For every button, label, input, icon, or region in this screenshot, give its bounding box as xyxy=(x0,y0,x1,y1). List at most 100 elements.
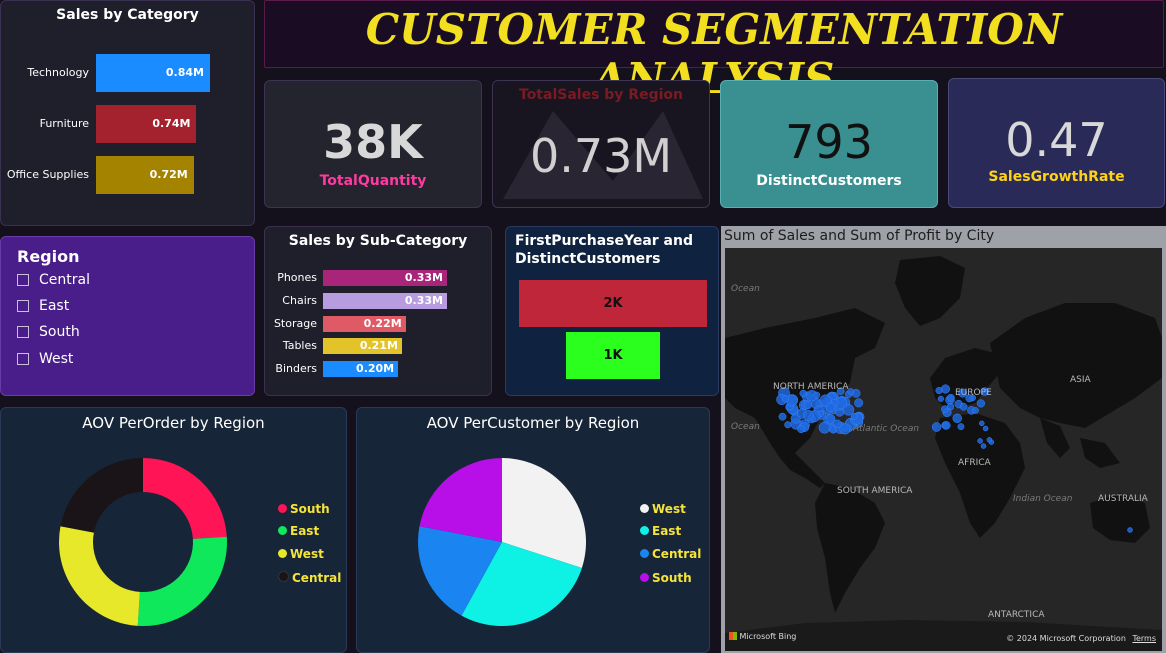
subcategory-row-storage[interactable]: Storage 0.22M xyxy=(265,316,493,332)
city-bubble[interactable] xyxy=(843,404,854,415)
aov-per-order-donut-chart[interactable]: AOV PerOrder by Region South East West C… xyxy=(0,407,347,653)
city-bubble[interactable] xyxy=(983,426,988,431)
aov-per-order-title: AOV PerOrder by Region xyxy=(1,414,346,432)
slice-east[interactable] xyxy=(138,537,227,626)
category-row-office-supplies[interactable]: Office Supplies 0.72M xyxy=(1,156,256,194)
city-bubble[interactable] xyxy=(840,424,851,435)
aov-per-customer-pie-chart[interactable]: AOV PerCustomer by Region West East Cent… xyxy=(356,407,710,653)
copyright-text: © 2024 Microsoft Corporation xyxy=(1006,634,1126,643)
checkbox[interactable] xyxy=(17,353,29,365)
subcategory-bar[interactable]: 0.20M xyxy=(323,361,398,377)
city-bubble[interactable] xyxy=(819,422,830,433)
kpi-value: 0.47 xyxy=(949,113,1164,167)
subcategory-row-tables[interactable]: Tables 0.21M xyxy=(265,338,493,354)
city-bubble[interactable] xyxy=(932,423,941,432)
first-purchase-funnel[interactable]: FirstPurchaseYear and DistinctCustomers … xyxy=(505,226,719,396)
subcategory-label: Phones xyxy=(277,271,317,284)
legend-dot xyxy=(278,571,289,582)
sales-by-subcategory-chart[interactable]: Sales by Sub-Category Phones 0.33M Chair… xyxy=(264,226,492,396)
slice-south[interactable] xyxy=(143,458,227,539)
legend-dot xyxy=(640,573,649,582)
city-bubble[interactable] xyxy=(803,410,813,420)
category-row-technology[interactable]: Technology 0.84M xyxy=(1,54,256,92)
subcategory-bar[interactable]: 0.33M xyxy=(323,293,447,309)
legend-dot xyxy=(278,549,287,558)
city-bubble[interactable] xyxy=(987,437,992,442)
city-bubble[interactable] xyxy=(977,400,985,408)
aov-per-customer-title: AOV PerCustomer by Region xyxy=(357,414,709,432)
subcategory-bar[interactable]: 0.22M xyxy=(323,316,406,332)
subcategory-bar[interactable]: 0.21M xyxy=(323,338,402,354)
kpi-card-distinct-customers[interactable]: 793 DistinctCustomers xyxy=(720,80,938,208)
pie-svg[interactable] xyxy=(402,442,602,642)
city-bubble[interactable] xyxy=(938,396,944,402)
funnel-bar-2k[interactable]: 2K xyxy=(519,280,707,327)
legend-dot xyxy=(640,526,649,535)
city-bubble[interactable] xyxy=(814,392,820,398)
sales-by-category-chart[interactable]: Sales by Category Technology 0.84M Furni… xyxy=(0,0,255,226)
city-bubble[interactable] xyxy=(947,394,954,401)
checkbox[interactable] xyxy=(17,274,29,286)
legend-item-south[interactable]: South xyxy=(640,571,692,585)
subcategory-row-phones[interactable]: Phones 0.33M xyxy=(265,270,493,286)
city-bubble[interactable] xyxy=(981,444,986,449)
city-bubble[interactable] xyxy=(779,413,786,420)
category-bar[interactable]: 0.74M xyxy=(96,105,196,143)
kpi-label: SalesGrowthRate xyxy=(949,169,1164,185)
city-bubble[interactable] xyxy=(979,421,984,426)
city-bubble[interactable] xyxy=(941,385,950,394)
legend-label: West xyxy=(652,502,686,516)
slice-west[interactable] xyxy=(59,526,140,626)
subcategory-row-chairs[interactable]: Chairs 0.33M xyxy=(265,293,493,309)
category-bar[interactable]: 0.72M xyxy=(96,156,194,194)
kpi-label: TotalQuantity xyxy=(265,173,481,189)
legend-item-central[interactable]: Central xyxy=(278,571,341,585)
map-title: Sum of Sales and Sum of Profit by City xyxy=(724,228,994,244)
city-bubble-layer[interactable] xyxy=(725,248,1162,651)
subcategory-row-binders[interactable]: Binders 0.20M xyxy=(265,361,493,377)
city-bubble[interactable] xyxy=(936,387,943,394)
category-row-furniture[interactable]: Furniture 0.74M xyxy=(1,105,256,143)
slice-central[interactable] xyxy=(60,458,143,533)
checkbox[interactable] xyxy=(17,300,29,312)
legend-item-west[interactable]: West xyxy=(278,547,324,561)
city-bubble[interactable] xyxy=(960,403,967,410)
legend-item-south[interactable]: South xyxy=(278,502,330,516)
legend-label: Central xyxy=(292,571,341,585)
region-option-label: East xyxy=(39,298,69,314)
kpi-value: 38K xyxy=(265,115,481,169)
city-bubble[interactable] xyxy=(958,423,964,429)
city-bubble[interactable] xyxy=(972,407,978,413)
city-bubble[interactable] xyxy=(826,403,835,412)
city-bubble[interactable] xyxy=(953,414,962,423)
city-bubble[interactable] xyxy=(941,406,948,413)
kpi-card-total-quantity[interactable]: 38K TotalQuantity xyxy=(264,80,482,208)
kpi-label: DistinctCustomers xyxy=(721,173,937,189)
subcategory-bar[interactable]: 0.33M xyxy=(323,270,447,286)
legend-item-east[interactable]: East xyxy=(640,524,681,538)
city-bubble[interactable] xyxy=(782,395,789,402)
city-bubble[interactable] xyxy=(854,399,862,407)
legend-item-west[interactable]: West xyxy=(640,502,686,516)
legend-item-central[interactable]: Central xyxy=(640,547,701,561)
city-bubble[interactable] xyxy=(804,401,812,409)
legend-item-east[interactable]: East xyxy=(278,524,319,538)
donut-svg[interactable] xyxy=(43,442,243,642)
region-option-label: West xyxy=(39,351,73,367)
terms-link[interactable]: Terms xyxy=(1132,634,1156,643)
city-bubble[interactable] xyxy=(942,421,950,429)
city-bubble[interactable] xyxy=(1128,528,1133,533)
legend-dot xyxy=(640,549,649,558)
map-label-south-america: SOUTH AMERICA xyxy=(837,486,912,496)
kpi-card-total-sales-region[interactable]: TotalSales by Region 0.73M xyxy=(492,80,710,208)
checkbox[interactable] xyxy=(17,326,29,338)
city-bubble[interactable] xyxy=(978,438,983,443)
funnel-bar-1k[interactable]: 1K xyxy=(566,332,660,379)
region-slicer[interactable]: Region Central East South West xyxy=(0,236,255,396)
kpi-card-sales-growth-rate[interactable]: 0.47 SalesGrowthRate xyxy=(948,78,1165,208)
category-bar[interactable]: 0.84M xyxy=(96,54,210,92)
map-canvas[interactable]: Ocean Ocean Atlantic Ocean Indian Ocean … xyxy=(725,248,1162,651)
city-bubble[interactable] xyxy=(785,421,792,428)
city-bubble[interactable] xyxy=(797,426,804,433)
sales-profit-city-map[interactable]: Sum of Sales and Sum of Profit by City O… xyxy=(721,226,1166,653)
